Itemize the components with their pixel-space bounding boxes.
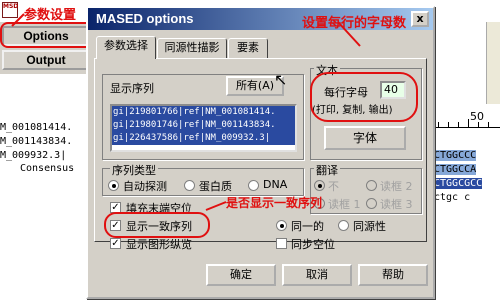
arrow-to-options bbox=[11, 13, 25, 27]
arrow-to-text-group bbox=[337, 21, 361, 47]
annotation-arrows bbox=[11, 13, 361, 211]
tab-parameters[interactable]: 参数选择 bbox=[96, 36, 156, 59]
arrow-to-consensus-checkbox bbox=[205, 201, 227, 211]
